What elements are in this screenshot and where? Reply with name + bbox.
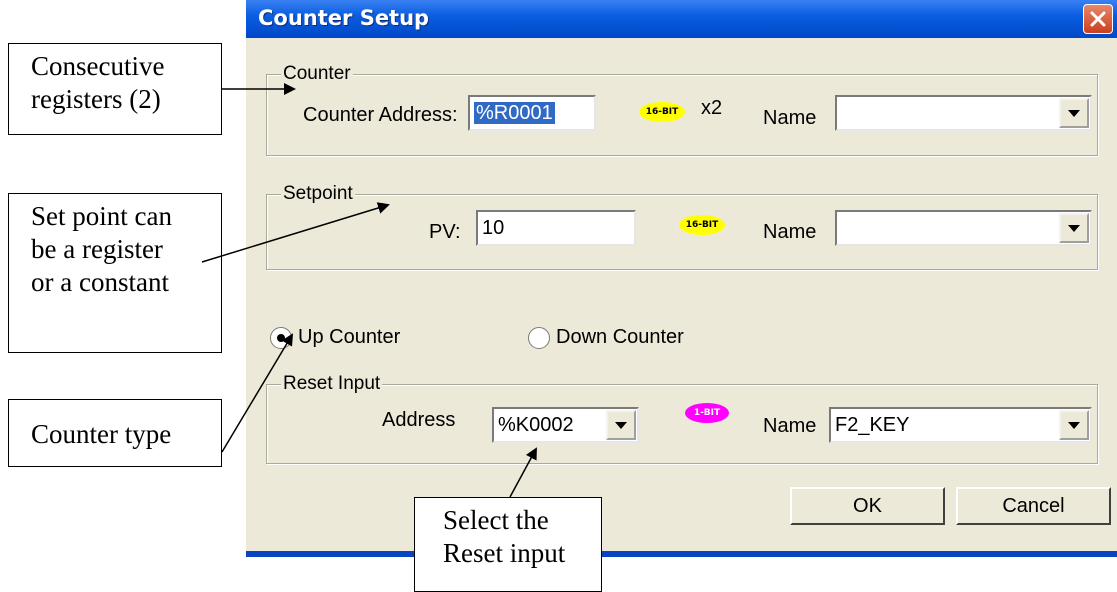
- arrow-reset-input: [509, 447, 537, 498]
- annotation-arrows: [201, 83, 537, 498]
- arrow-setpoint: [201, 202, 390, 263]
- arrow-counter-type: [221, 333, 294, 453]
